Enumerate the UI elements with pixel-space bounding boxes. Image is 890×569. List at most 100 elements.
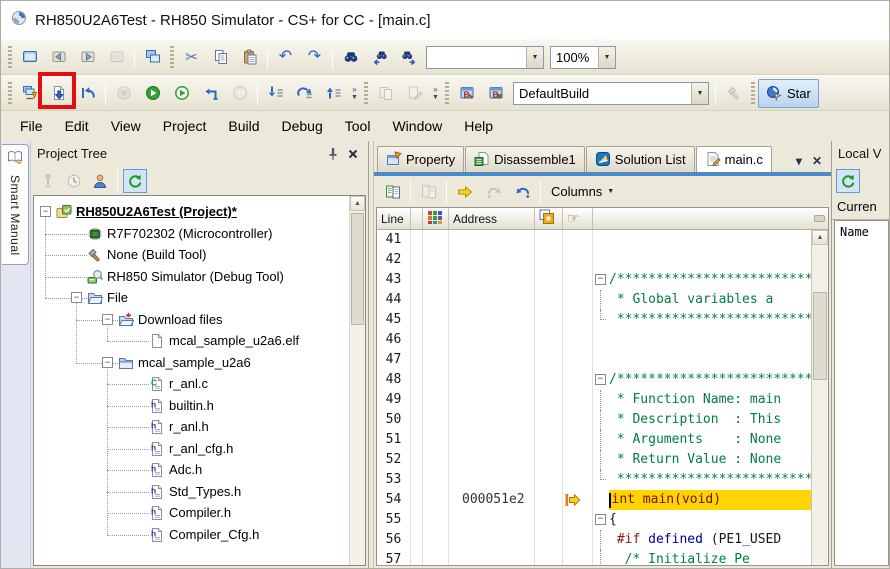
tree-item-r7f702302-microcontroller[interactable]: R7F702302 (Microcontroller) (34, 223, 348, 245)
window-option-button[interactable] (103, 44, 130, 71)
redo-button[interactable]: ↷ (301, 44, 328, 71)
toolbar-grip[interactable] (445, 82, 449, 105)
gutter-coverage[interactable] (423, 470, 449, 490)
code-text-cell[interactable]: #if defined (PE1_USED (593, 530, 828, 550)
menu-view[interactable]: View (100, 113, 152, 139)
gutter-breakpoint[interactable] (535, 330, 563, 350)
tree-item-r-anl-h[interactable]: hr_anl.h (34, 416, 348, 438)
gutter-pc[interactable] (563, 250, 593, 270)
gutter-pc[interactable] (563, 350, 593, 370)
gutter-breakpoint[interactable] (535, 450, 563, 470)
code-rows[interactable]: 414243−/********************************… (377, 230, 828, 565)
gutter-blank[interactable] (411, 410, 423, 430)
pin-icon[interactable] (324, 145, 342, 163)
window-forward-button[interactable] (74, 44, 101, 71)
time-filter-button[interactable] (62, 169, 86, 193)
gutter-blank[interactable] (411, 330, 423, 350)
fold-gutter[interactable] (593, 450, 609, 470)
toolbar-grip[interactable] (751, 82, 755, 105)
toolbar-overflow-icon[interactable]: »▼ (429, 80, 442, 107)
build-mode-combobox[interactable]: DefaultBuild▼ (513, 82, 709, 105)
find-previous-button[interactable] (366, 44, 393, 71)
code-line-50[interactable]: 50 * Description : This (377, 410, 828, 430)
gutter-coverage[interactable] (423, 290, 449, 310)
code-line-43[interactable]: 43−/************************************… (377, 270, 828, 290)
window-back-button[interactable] (45, 44, 72, 71)
toolbar-grip[interactable] (8, 82, 12, 105)
code-text-cell[interactable]: int main(void) (593, 490, 828, 510)
code-text-cell[interactable]: −{ (593, 510, 828, 530)
widen-display-button[interactable] (415, 178, 442, 205)
menu-help[interactable]: Help (453, 113, 504, 139)
editor-vertical-scrollbar[interactable]: ▲ (811, 230, 828, 565)
fold-gutter[interactable] (593, 330, 609, 350)
download-button[interactable] (45, 80, 72, 107)
gutter-pc[interactable] (563, 370, 593, 390)
cut-button[interactable]: ✂ (178, 44, 205, 71)
menu-project[interactable]: Project (152, 113, 218, 139)
columns-dropdown[interactable]: Columns▼ (544, 181, 621, 202)
toolbar-overflow-icon[interactable]: »▼ (348, 80, 361, 107)
gutter-coverage[interactable] (423, 370, 449, 390)
gutter-pc[interactable] (563, 470, 593, 490)
back-history-button[interactable] (509, 178, 536, 205)
paste-button[interactable] (236, 44, 263, 71)
zoom-combobox[interactable]: 100%▼ (550, 46, 616, 69)
gutter-pc[interactable] (563, 450, 593, 470)
forward-history-button[interactable] (480, 178, 507, 205)
search-combobox[interactable]: ▼ (426, 46, 544, 69)
close-icon[interactable] (344, 145, 362, 163)
tree-item-mcal-sample-u2a6-elf[interactable]: mcal_sample_u2a6.elf (34, 330, 348, 352)
code-text-cell[interactable]: * Function Name: main (593, 390, 828, 410)
cascade-windows-button[interactable] (139, 44, 166, 71)
code-line-47[interactable]: 47 (377, 350, 828, 370)
gutter-coverage[interactable] (423, 310, 449, 330)
rewind-button[interactable] (226, 80, 253, 107)
gutter-pc[interactable] (563, 510, 593, 530)
gutter-pc[interactable] (563, 430, 593, 450)
gutter-blank[interactable] (411, 230, 423, 250)
jump-to-function-button[interactable] (451, 178, 478, 205)
fold-gutter[interactable] (593, 410, 609, 430)
fold-gutter[interactable]: − (593, 270, 609, 290)
tree-collapse-icon[interactable]: − (102, 357, 113, 368)
gutter-breakpoint[interactable] (535, 290, 563, 310)
fold-gutter[interactable]: − (593, 510, 609, 530)
smart-manual-tab[interactable]: Smart Manual (2, 144, 29, 265)
gutter-breakpoint[interactable] (535, 530, 563, 550)
undo-button[interactable]: ↶ (272, 44, 299, 71)
gutter-coverage[interactable] (423, 550, 449, 565)
chevron-down-icon[interactable]: ▼ (526, 47, 543, 68)
gutter-blank[interactable] (411, 470, 423, 490)
menu-tool[interactable]: Tool (334, 113, 382, 139)
gutter-pc[interactable] (563, 490, 593, 510)
tree-collapse-icon[interactable]: − (71, 292, 82, 303)
editor-windows-button[interactable] (372, 80, 399, 107)
code-line-53[interactable]: 53 *************************************… (377, 470, 828, 490)
rebuild-project-button[interactable]: B (482, 80, 509, 107)
gutter-blank[interactable] (411, 290, 423, 310)
gutter-coverage[interactable] (423, 450, 449, 470)
chevron-down-icon[interactable]: ▼ (691, 83, 708, 104)
code-text-cell[interactable]: * Return Value : None (593, 450, 828, 470)
step-over-button[interactable] (291, 80, 318, 107)
code-text-cell[interactable]: * Arguments : None (593, 430, 828, 450)
scrollbar-thumb[interactable] (351, 213, 364, 325)
menu-window[interactable]: Window (381, 113, 453, 139)
code-line-48[interactable]: 48−/************************************… (377, 370, 828, 390)
code-line-51[interactable]: 51 * Arguments : None (377, 430, 828, 450)
tree-item-builtin-h[interactable]: hbuiltin.h (34, 395, 348, 417)
fold-gutter[interactable] (593, 470, 609, 490)
gutter-coverage[interactable] (423, 250, 449, 270)
tab-main-c[interactable]: main.c (696, 146, 772, 172)
fold-gutter[interactable] (593, 350, 609, 370)
gutter-pc[interactable] (563, 290, 593, 310)
toolbar-grip[interactable] (8, 46, 12, 69)
gutter-blank[interactable] (411, 550, 423, 565)
gutter-coverage[interactable] (423, 270, 449, 290)
tree-collapse-icon[interactable]: − (40, 206, 51, 217)
code-text-cell[interactable]: −/************************************* (593, 370, 828, 390)
fold-gutter[interactable] (593, 250, 609, 270)
fold-collapse-icon[interactable]: − (595, 274, 606, 285)
tab-disassemble1[interactable]: Disassemble1 (465, 146, 585, 172)
